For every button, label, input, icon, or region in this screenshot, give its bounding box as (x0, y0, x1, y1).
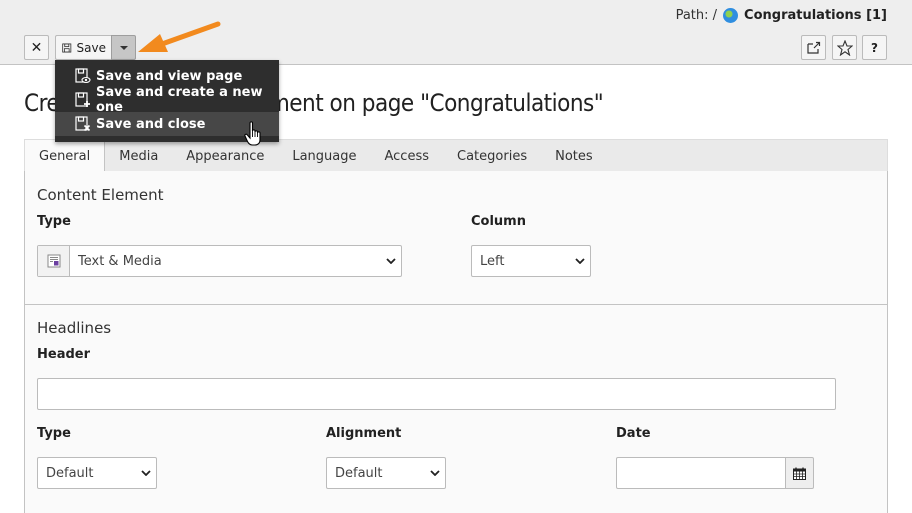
alignment-label: Alignment (326, 426, 402, 441)
save-view-icon (75, 68, 91, 84)
star-bookmark-icon (836, 39, 853, 56)
general-tab-panel: Content Element Type Text & Media Column… (24, 171, 888, 513)
header-label: Header (37, 347, 91, 362)
tab-categories[interactable]: Categories (443, 140, 541, 172)
section-title-headlines: Headlines (37, 319, 112, 337)
text-media-icon (38, 246, 70, 276)
floppy-disk-icon (62, 43, 72, 52)
tab-notes[interactable]: Notes (541, 140, 607, 172)
date-label: Date (616, 426, 651, 441)
save-new-icon (75, 92, 90, 107)
alignment-select[interactable]: Default (326, 457, 446, 489)
tab-bar: General Media Appearance Language Access… (24, 139, 888, 173)
chevron-down-icon (381, 258, 401, 264)
header-type-value: Default (46, 465, 94, 481)
content-type-value: Text & Media (78, 253, 162, 269)
chevron-down-icon (425, 470, 445, 476)
help-button[interactable]: ? (862, 35, 887, 60)
tab-general[interactable]: General (25, 140, 106, 173)
save-close-icon (75, 116, 91, 132)
breadcrumb-path: Path: / Congratulations [1] (676, 8, 887, 23)
help-icon: ? (871, 40, 878, 55)
header-input[interactable] (37, 378, 836, 410)
date-field (616, 457, 814, 489)
chevron-down-icon (570, 258, 590, 264)
column-select[interactable]: Left (471, 245, 591, 277)
caret-down-icon (119, 45, 128, 50)
header-type-label: Type (37, 426, 71, 441)
globe-page-icon (723, 8, 739, 23)
bookmark-button[interactable] (832, 35, 857, 60)
section-divider (25, 304, 887, 305)
calendar-icon (793, 467, 806, 480)
path-label: Path: / (675, 8, 718, 23)
column-label: Column (471, 214, 526, 229)
tab-media[interactable]: Media (105, 140, 172, 172)
menu-item-label: Save and create a new one (96, 85, 263, 115)
type-label: Type (37, 214, 71, 229)
date-input[interactable] (616, 457, 786, 489)
path-page-name[interactable]: Congratulations [1] (744, 8, 887, 23)
menu-item-save-and-new[interactable]: Save and create a new one (55, 85, 279, 115)
save-dropdown-toggle[interactable] (111, 35, 136, 60)
menu-item-label: Save and view page (96, 68, 243, 84)
open-new-window-icon (806, 41, 820, 54)
alignment-value: Default (335, 465, 383, 481)
hand-pointer-cursor-icon (244, 121, 261, 146)
close-icon: ✕ (30, 39, 43, 56)
tab-access[interactable]: Access (371, 140, 444, 172)
save-button[interactable]: Save (55, 35, 112, 60)
column-value: Left (480, 253, 505, 269)
content-type-select[interactable]: Text & Media (37, 245, 402, 277)
tab-language[interactable]: Language (278, 140, 370, 172)
chevron-down-icon (136, 470, 156, 476)
close-button[interactable]: ✕ (24, 35, 49, 60)
open-new-window-button[interactable] (801, 35, 826, 60)
date-picker-button[interactable] (786, 457, 814, 489)
doc-header: Path: / Congratulations [1] ✕ Save ? (0, 0, 912, 65)
header-type-select[interactable]: Default (37, 457, 157, 489)
menu-item-label: Save and close (96, 116, 206, 132)
section-title-content-element: Content Element (37, 186, 164, 204)
save-button-label: Save (76, 40, 106, 55)
